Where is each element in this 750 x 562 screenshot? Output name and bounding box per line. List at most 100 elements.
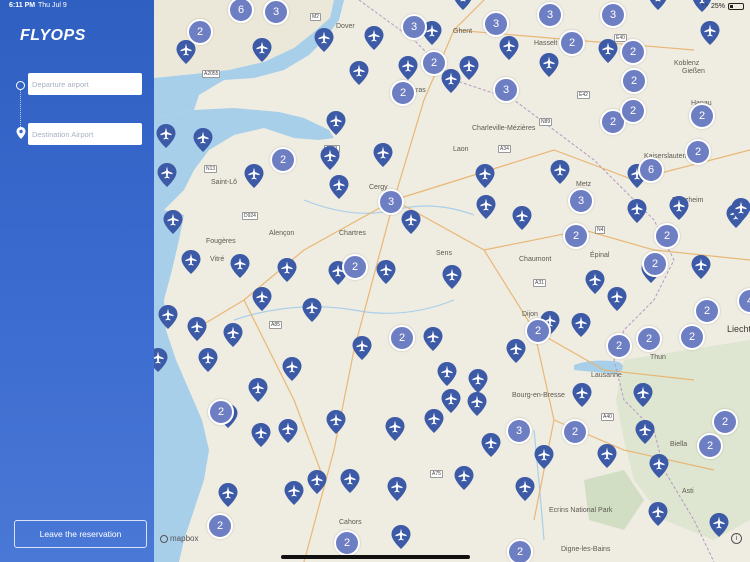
airport-marker-icon[interactable] — [572, 383, 592, 407]
airport-marker-icon[interactable] — [709, 513, 729, 537]
airport-marker-icon[interactable] — [481, 433, 501, 457]
airport-cluster[interactable]: 2 — [685, 139, 711, 165]
airport-cluster[interactable]: 2 — [563, 223, 589, 249]
airport-marker-icon[interactable] — [176, 40, 196, 64]
airport-marker-icon[interactable] — [635, 420, 655, 444]
departure-airport-input[interactable] — [28, 73, 142, 95]
airport-cluster[interactable]: 2 — [389, 325, 415, 351]
airport-marker-icon[interactable] — [181, 250, 201, 274]
airport-marker-icon[interactable] — [441, 69, 461, 93]
airport-marker-icon[interactable] — [585, 270, 605, 294]
airport-cluster[interactable]: 2 — [620, 98, 646, 124]
airport-cluster[interactable]: 2 — [390, 80, 416, 106]
airport-marker-icon[interactable] — [326, 111, 346, 135]
airport-cluster[interactable]: 2 — [559, 30, 585, 56]
map-info-button[interactable]: i — [731, 533, 742, 544]
airport-cluster[interactable]: 2 — [679, 324, 705, 350]
airport-marker-icon[interactable] — [364, 26, 384, 50]
airport-cluster[interactable]: 2 — [606, 333, 632, 359]
airport-cluster[interactable]: 6 — [638, 157, 664, 183]
airport-marker-icon[interactable] — [320, 146, 340, 170]
airport-marker-icon[interactable] — [398, 56, 418, 80]
airport-cluster[interactable]: 2 — [621, 68, 647, 94]
airport-cluster[interactable]: 3 — [506, 418, 532, 444]
airport-marker-icon[interactable] — [627, 199, 647, 223]
airport-marker-icon[interactable] — [282, 357, 302, 381]
map-view[interactable]: Dover Ghent Hasselt Koblenz Gießen Arras Charl… — [154, 0, 750, 562]
airport-marker-icon[interactable] — [468, 369, 488, 393]
airport-cluster[interactable]: 2 — [712, 409, 738, 435]
airport-marker-icon[interactable] — [633, 383, 653, 407]
airport-marker-icon[interactable] — [163, 210, 183, 234]
airport-cluster[interactable]: 2 — [636, 326, 662, 352]
airport-cluster[interactable]: 2 — [507, 539, 533, 562]
airport-marker-icon[interactable] — [387, 477, 407, 501]
airport-marker-icon[interactable] — [230, 254, 250, 278]
airport-marker-icon[interactable] — [248, 378, 268, 402]
airport-marker-icon[interactable] — [441, 389, 461, 413]
airport-marker-icon[interactable] — [499, 36, 519, 60]
airport-marker-icon[interactable] — [223, 323, 243, 347]
airport-cluster[interactable]: 2 — [689, 103, 715, 129]
airport-marker-icon[interactable] — [437, 362, 457, 386]
airport-marker-icon[interactable] — [252, 38, 272, 62]
airport-marker-icon[interactable] — [598, 39, 618, 63]
airport-marker-icon[interactable] — [539, 53, 559, 77]
airport-marker-icon[interactable] — [329, 175, 349, 199]
airport-marker-icon[interactable] — [423, 327, 443, 351]
airport-marker-icon[interactable] — [648, 502, 668, 526]
airport-marker-icon[interactable] — [649, 454, 669, 478]
airport-marker-icon[interactable] — [401, 210, 421, 234]
airport-marker-icon[interactable] — [349, 61, 369, 85]
airport-cluster[interactable]: 2 — [525, 318, 551, 344]
airport-cluster[interactable]: 3 — [493, 77, 519, 103]
airport-marker-icon[interactable] — [157, 163, 177, 187]
mapbox-attribution[interactable]: mapbox — [160, 534, 198, 543]
airport-marker-icon[interactable] — [277, 258, 297, 282]
destination-airport-input[interactable] — [28, 123, 142, 145]
airport-marker-icon[interactable] — [442, 265, 462, 289]
airport-marker-icon[interactable] — [475, 164, 495, 188]
airport-cluster[interactable]: 3 — [401, 14, 427, 40]
airport-marker-icon[interactable] — [302, 298, 322, 322]
airport-cluster[interactable]: 2 — [620, 39, 646, 65]
airport-marker-icon[interactable] — [467, 392, 487, 416]
airport-cluster[interactable]: 3 — [568, 188, 594, 214]
airport-marker-icon[interactable] — [193, 128, 213, 152]
airport-marker-icon[interactable] — [597, 444, 617, 468]
airport-marker-icon[interactable] — [307, 470, 327, 494]
airport-marker-icon[interactable] — [198, 348, 218, 372]
airport-cluster[interactable]: 2 — [642, 251, 668, 277]
airport-marker-icon[interactable] — [515, 477, 535, 501]
airport-marker-icon[interactable] — [512, 206, 532, 230]
airport-marker-icon[interactable] — [476, 195, 496, 219]
airport-marker-icon[interactable] — [459, 56, 479, 80]
airport-cluster[interactable]: 2 — [654, 223, 680, 249]
airport-marker-icon[interactable] — [314, 28, 334, 52]
airport-marker-icon[interactable] — [731, 198, 750, 222]
airport-marker-icon[interactable] — [691, 255, 711, 279]
airport-cluster[interactable]: 2 — [208, 399, 234, 425]
airport-marker-icon[interactable] — [506, 339, 526, 363]
airport-marker-icon[interactable] — [326, 410, 346, 434]
airport-cluster[interactable]: 2 — [562, 419, 588, 445]
airport-cluster[interactable]: 2 — [694, 298, 720, 324]
airport-marker-icon[interactable] — [187, 317, 207, 341]
airport-marker-icon[interactable] — [700, 21, 720, 45]
airport-cluster[interactable]: 2 — [342, 254, 368, 280]
airport-marker-icon[interactable] — [156, 124, 176, 148]
airport-marker-icon[interactable] — [278, 419, 298, 443]
airport-marker-icon[interactable] — [550, 160, 570, 184]
airport-marker-icon[interactable] — [352, 336, 372, 360]
airport-marker-icon[interactable] — [218, 483, 238, 507]
airport-cluster[interactable]: 3 — [378, 189, 404, 215]
airport-marker-icon[interactable] — [340, 469, 360, 493]
airport-marker-icon[interactable] — [534, 445, 554, 469]
airport-marker-icon[interactable] — [607, 287, 627, 311]
airport-marker-icon[interactable] — [252, 287, 272, 311]
leave-reservation-button[interactable]: Leave the reservation — [14, 520, 147, 548]
airport-cluster[interactable]: 2 — [697, 433, 723, 459]
airport-marker-icon[interactable] — [669, 196, 689, 220]
airport-cluster[interactable]: 2 — [207, 513, 233, 539]
airport-marker-icon[interactable] — [284, 481, 304, 505]
